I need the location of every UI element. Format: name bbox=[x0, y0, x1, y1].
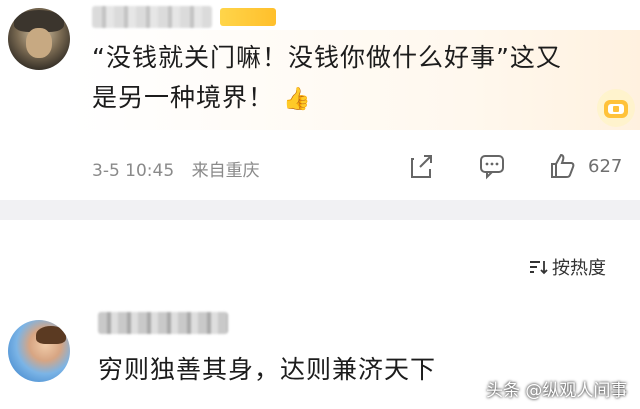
sort-button[interactable]: 按热度 bbox=[528, 254, 606, 280]
comment-text: “没钱就关门嘛！没钱你做什么好事”这又 是另一种境界！ 👍 bbox=[92, 38, 612, 120]
share-icon[interactable] bbox=[408, 151, 436, 181]
comment-card-1: “没钱就关门嘛！没钱你做什么好事”这又 是另一种境界！ 👍 3-5 10:45 … bbox=[0, 0, 640, 200]
like-icon[interactable] bbox=[548, 151, 576, 181]
comment-text: 穷则独善其身，达则兼济天下 bbox=[98, 355, 437, 384]
avatar[interactable] bbox=[8, 320, 70, 382]
comment-location: 来自重庆 bbox=[191, 161, 260, 181]
vip-badge bbox=[220, 8, 276, 26]
crown-badge-icon[interactable] bbox=[594, 86, 638, 130]
sort-label: 按热度 bbox=[552, 258, 606, 279]
avatar-hair bbox=[36, 326, 66, 344]
like-count: 627 bbox=[588, 156, 623, 177]
comment-date: 3-5 10:45 bbox=[92, 161, 175, 181]
thumbs-up-emoji: 👍 bbox=[282, 87, 312, 112]
comment-text-line-1: “没钱就关门嘛！没钱你做什么好事”这又 bbox=[92, 43, 562, 72]
comment-text-line-2: 是另一种境界！ 👍 bbox=[92, 78, 612, 120]
comment-card-2: 穷则独善其身，达则兼济天下 头条 @纵观人间事 bbox=[0, 300, 640, 409]
section-divider bbox=[0, 200, 640, 220]
avatar[interactable] bbox=[8, 8, 70, 70]
comment-text-line-2-text: 是另一种境界！ bbox=[92, 83, 275, 112]
blurred-username[interactable] bbox=[92, 6, 212, 28]
watermark: 头条 @纵观人间事 bbox=[486, 381, 628, 401]
sort-icon bbox=[530, 261, 548, 275]
avatar-face bbox=[26, 28, 52, 58]
comment-icon[interactable] bbox=[478, 151, 506, 181]
comment-meta: 3-5 10:45 来自重庆 bbox=[92, 156, 272, 181]
blurred-username[interactable] bbox=[98, 312, 228, 334]
